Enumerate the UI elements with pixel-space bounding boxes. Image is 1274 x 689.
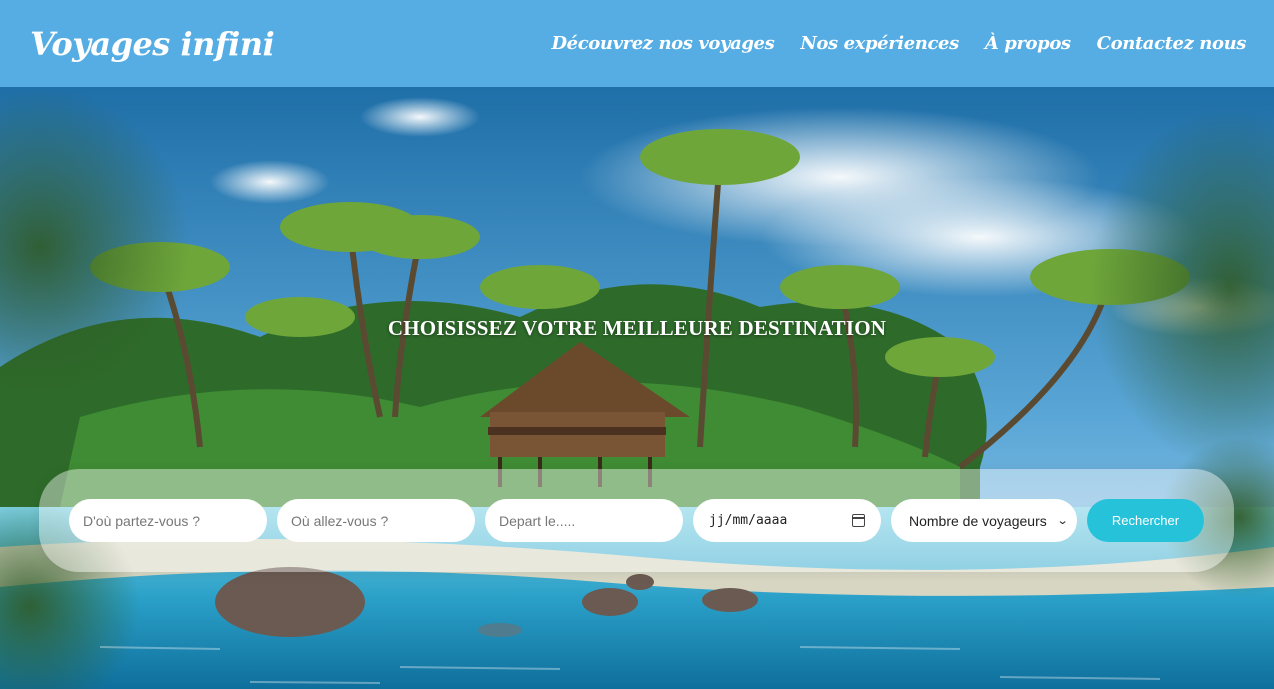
nav-link-contact[interactable]: Contactez nous — [1097, 33, 1247, 54]
nav-link-a-propos[interactable]: À propos — [985, 33, 1071, 54]
date-picker-input[interactable]: jj/mm/aaaa — [693, 499, 881, 542]
site-logo[interactable]: Voyages infini — [30, 25, 275, 63]
travelers-select[interactable]: Nombre de voyageurs ⌄ — [891, 499, 1077, 542]
nav-link-experiences[interactable]: Nos expériences — [800, 33, 959, 54]
nav-link-voyages[interactable]: Découvrez nos voyages — [551, 33, 774, 54]
site-header: Voyages infini Découvrez nos voyages Nos… — [0, 0, 1274, 87]
search-form: jj/mm/aaaa Nombre de voyageurs ⌄ Recherc… — [39, 469, 1234, 572]
date-value: jj/mm/aaaa — [709, 513, 788, 528]
departure-input[interactable] — [69, 499, 267, 542]
depart-date-text-input[interactable] — [485, 499, 683, 542]
hero-background-image — [0, 87, 1274, 689]
search-button[interactable]: Rechercher — [1087, 499, 1204, 542]
hero-section: CHOISISSEZ VOTRE MEILLEURE DESTINATION j… — [0, 87, 1274, 689]
travelers-select-value: Nombre de voyageurs — [909, 512, 1047, 529]
destination-input[interactable] — [277, 499, 475, 542]
main-nav: Découvrez nos voyages Nos expériences À … — [551, 33, 1246, 54]
hero-title: CHOISISSEZ VOTRE MEILLEURE DESTINATION — [387, 316, 887, 340]
chevron-down-icon: ⌄ — [1056, 515, 1069, 527]
calendar-icon[interactable] — [852, 514, 865, 527]
